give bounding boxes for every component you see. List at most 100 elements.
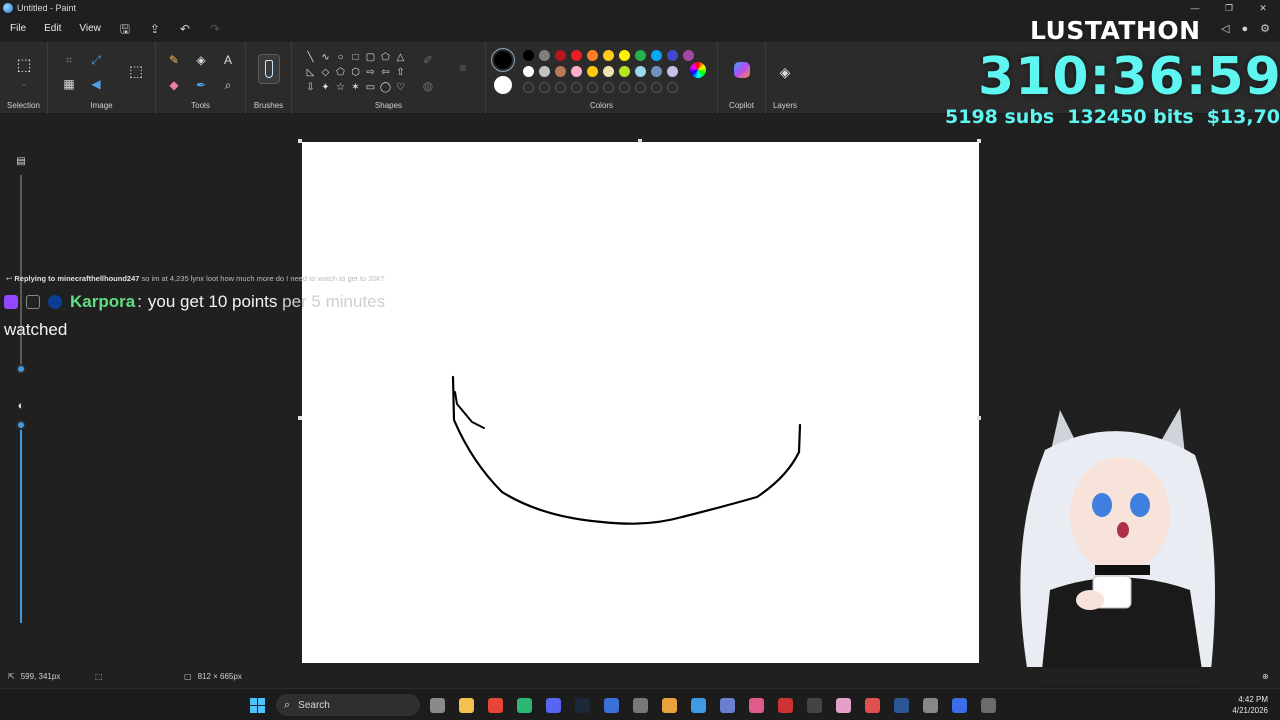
- resize-handle-tl[interactable]: [298, 139, 302, 143]
- selection-rect-icon[interactable]: ⬚: [16, 58, 32, 74]
- pan-icon[interactable]: ▤: [13, 154, 29, 170]
- obs-icon[interactable]: [633, 698, 648, 713]
- taskbar-search[interactable]: ⌕ Search: [276, 694, 420, 716]
- color-swatch[interactable]: [619, 66, 630, 77]
- redo-icon[interactable]: ↷: [200, 16, 230, 42]
- curve-shape-icon[interactable]: ∿: [318, 50, 333, 65]
- file-explorer-icon[interactable]: [459, 698, 474, 713]
- save-icon[interactable]: 🖫: [110, 16, 140, 42]
- menu-edit[interactable]: Edit: [35, 16, 70, 42]
- four-star-shape-icon[interactable]: ✦: [318, 80, 333, 95]
- fill-icon[interactable]: ◈: [193, 52, 209, 68]
- crop-icon[interactable]: ⌗: [61, 52, 77, 68]
- app-icon[interactable]: [952, 698, 967, 713]
- color-swatch[interactable]: [603, 66, 614, 77]
- custom-color-slot[interactable]: [571, 82, 582, 93]
- app-icon[interactable]: [662, 698, 677, 713]
- app-icon[interactable]: [720, 698, 735, 713]
- bitwarden-icon[interactable]: [604, 698, 619, 713]
- steam-icon[interactable]: [575, 698, 590, 713]
- brush-size-slider[interactable]: [20, 428, 22, 623]
- announce-icon[interactable]: ◁: [1221, 16, 1229, 42]
- color-swatch[interactable]: [523, 66, 534, 77]
- image-select-icon[interactable]: ⬚: [128, 64, 144, 80]
- color-swatch[interactable]: [539, 50, 550, 61]
- chrome-icon[interactable]: [488, 698, 503, 713]
- color-swatch[interactable]: [587, 50, 598, 61]
- custom-color-slot[interactable]: [555, 82, 566, 93]
- color-swatch[interactable]: [619, 50, 630, 61]
- up-arrow-shape-icon[interactable]: ⇧: [393, 65, 408, 80]
- color-swatch[interactable]: [523, 50, 534, 61]
- custom-color-slot[interactable]: [539, 82, 550, 93]
- left-arrow-shape-icon[interactable]: ⇦: [378, 65, 393, 80]
- color-swatch[interactable]: [555, 50, 566, 61]
- hexagon-shape-icon[interactable]: ⬡: [348, 65, 363, 80]
- down-arrow-shape-icon[interactable]: ⇩: [303, 80, 318, 95]
- eraser-icon[interactable]: ◆: [166, 77, 182, 93]
- custom-color-slot[interactable]: [603, 82, 614, 93]
- magnifier-icon[interactable]: ⌕: [220, 77, 236, 93]
- custom-color-slot[interactable]: [667, 82, 678, 93]
- fill-shape-icon[interactable]: ◍: [420, 78, 436, 94]
- color-swatch[interactable]: [635, 50, 646, 61]
- line-shape-icon[interactable]: ╲: [303, 50, 318, 65]
- custom-color-slot[interactable]: [619, 82, 630, 93]
- custom-color-slot[interactable]: [635, 82, 646, 93]
- app-icon[interactable]: [749, 698, 764, 713]
- pencil-icon[interactable]: ✎: [166, 52, 182, 68]
- size-icon[interactable]: ≡: [455, 60, 471, 76]
- app-icon[interactable]: [691, 698, 706, 713]
- color-swatch[interactable]: [555, 66, 566, 77]
- color-swatch[interactable]: [603, 50, 614, 61]
- heart-shape-icon[interactable]: ♡: [393, 80, 408, 95]
- five-star-shape-icon[interactable]: ☆: [333, 80, 348, 95]
- remove-background-icon[interactable]: ▦: [61, 76, 77, 92]
- widgets-icon[interactable]: [430, 698, 445, 713]
- rotate-icon[interactable]: ◀: [88, 76, 104, 92]
- app-icon[interactable]: [865, 698, 880, 713]
- drawing-canvas[interactable]: [302, 142, 979, 663]
- primary-color-swatch[interactable]: [494, 51, 512, 69]
- discord-icon[interactable]: [546, 698, 561, 713]
- six-star-shape-icon[interactable]: ✶: [348, 80, 363, 95]
- settings-icon[interactable]: [923, 698, 938, 713]
- custom-color-slot[interactable]: [523, 82, 534, 93]
- text-icon[interactable]: A: [220, 52, 236, 68]
- outline-icon[interactable]: ✐: [420, 52, 436, 68]
- rectangle-shape-icon[interactable]: □: [348, 50, 363, 65]
- app-icon[interactable]: [981, 698, 996, 713]
- resize-handle-tr[interactable]: [977, 139, 981, 143]
- taskbar-clock[interactable]: 4:42 PM 4/21/2026: [1232, 694, 1268, 716]
- resize-handle-r[interactable]: [977, 416, 981, 420]
- oval-shape-icon[interactable]: ○: [333, 50, 348, 65]
- color-swatch[interactable]: [667, 66, 678, 77]
- secondary-color-swatch[interactable]: [494, 76, 512, 94]
- zoom-icon[interactable]: ⊕: [1262, 672, 1269, 681]
- color-swatch[interactable]: [683, 50, 694, 61]
- right-arrow-shape-icon[interactable]: ⇨: [363, 65, 378, 80]
- callout-oval-shape-icon[interactable]: ◯: [378, 80, 393, 95]
- app-icon[interactable]: [836, 698, 851, 713]
- close-button[interactable]: ✕: [1246, 0, 1280, 16]
- undo-icon[interactable]: ↶: [170, 16, 200, 42]
- start-button[interactable]: [250, 698, 265, 713]
- resize-icon[interactable]: ⤢: [88, 52, 104, 68]
- adobe-icon[interactable]: [778, 698, 793, 713]
- color-swatch[interactable]: [539, 66, 550, 77]
- copilot-icon[interactable]: [734, 62, 750, 78]
- color-swatch[interactable]: [651, 50, 662, 61]
- color-picker-icon[interactable]: ✒: [193, 77, 209, 93]
- zoom-slider-knob[interactable]: [16, 364, 26, 374]
- color-swatch[interactable]: [635, 66, 646, 77]
- color-swatch[interactable]: [571, 50, 582, 61]
- brush-button[interactable]: [258, 54, 280, 84]
- menu-file[interactable]: File: [0, 16, 35, 42]
- app-icon[interactable]: [807, 698, 822, 713]
- maximize-button[interactable]: ❐: [1212, 0, 1246, 16]
- edit-colors-icon[interactable]: [690, 62, 706, 78]
- resize-handle-l[interactable]: [298, 416, 302, 420]
- settings-icon[interactable]: ⚙: [1260, 16, 1270, 42]
- share-icon[interactable]: ⇪: [140, 16, 170, 42]
- right-triangle-shape-icon[interactable]: ◺: [303, 65, 318, 80]
